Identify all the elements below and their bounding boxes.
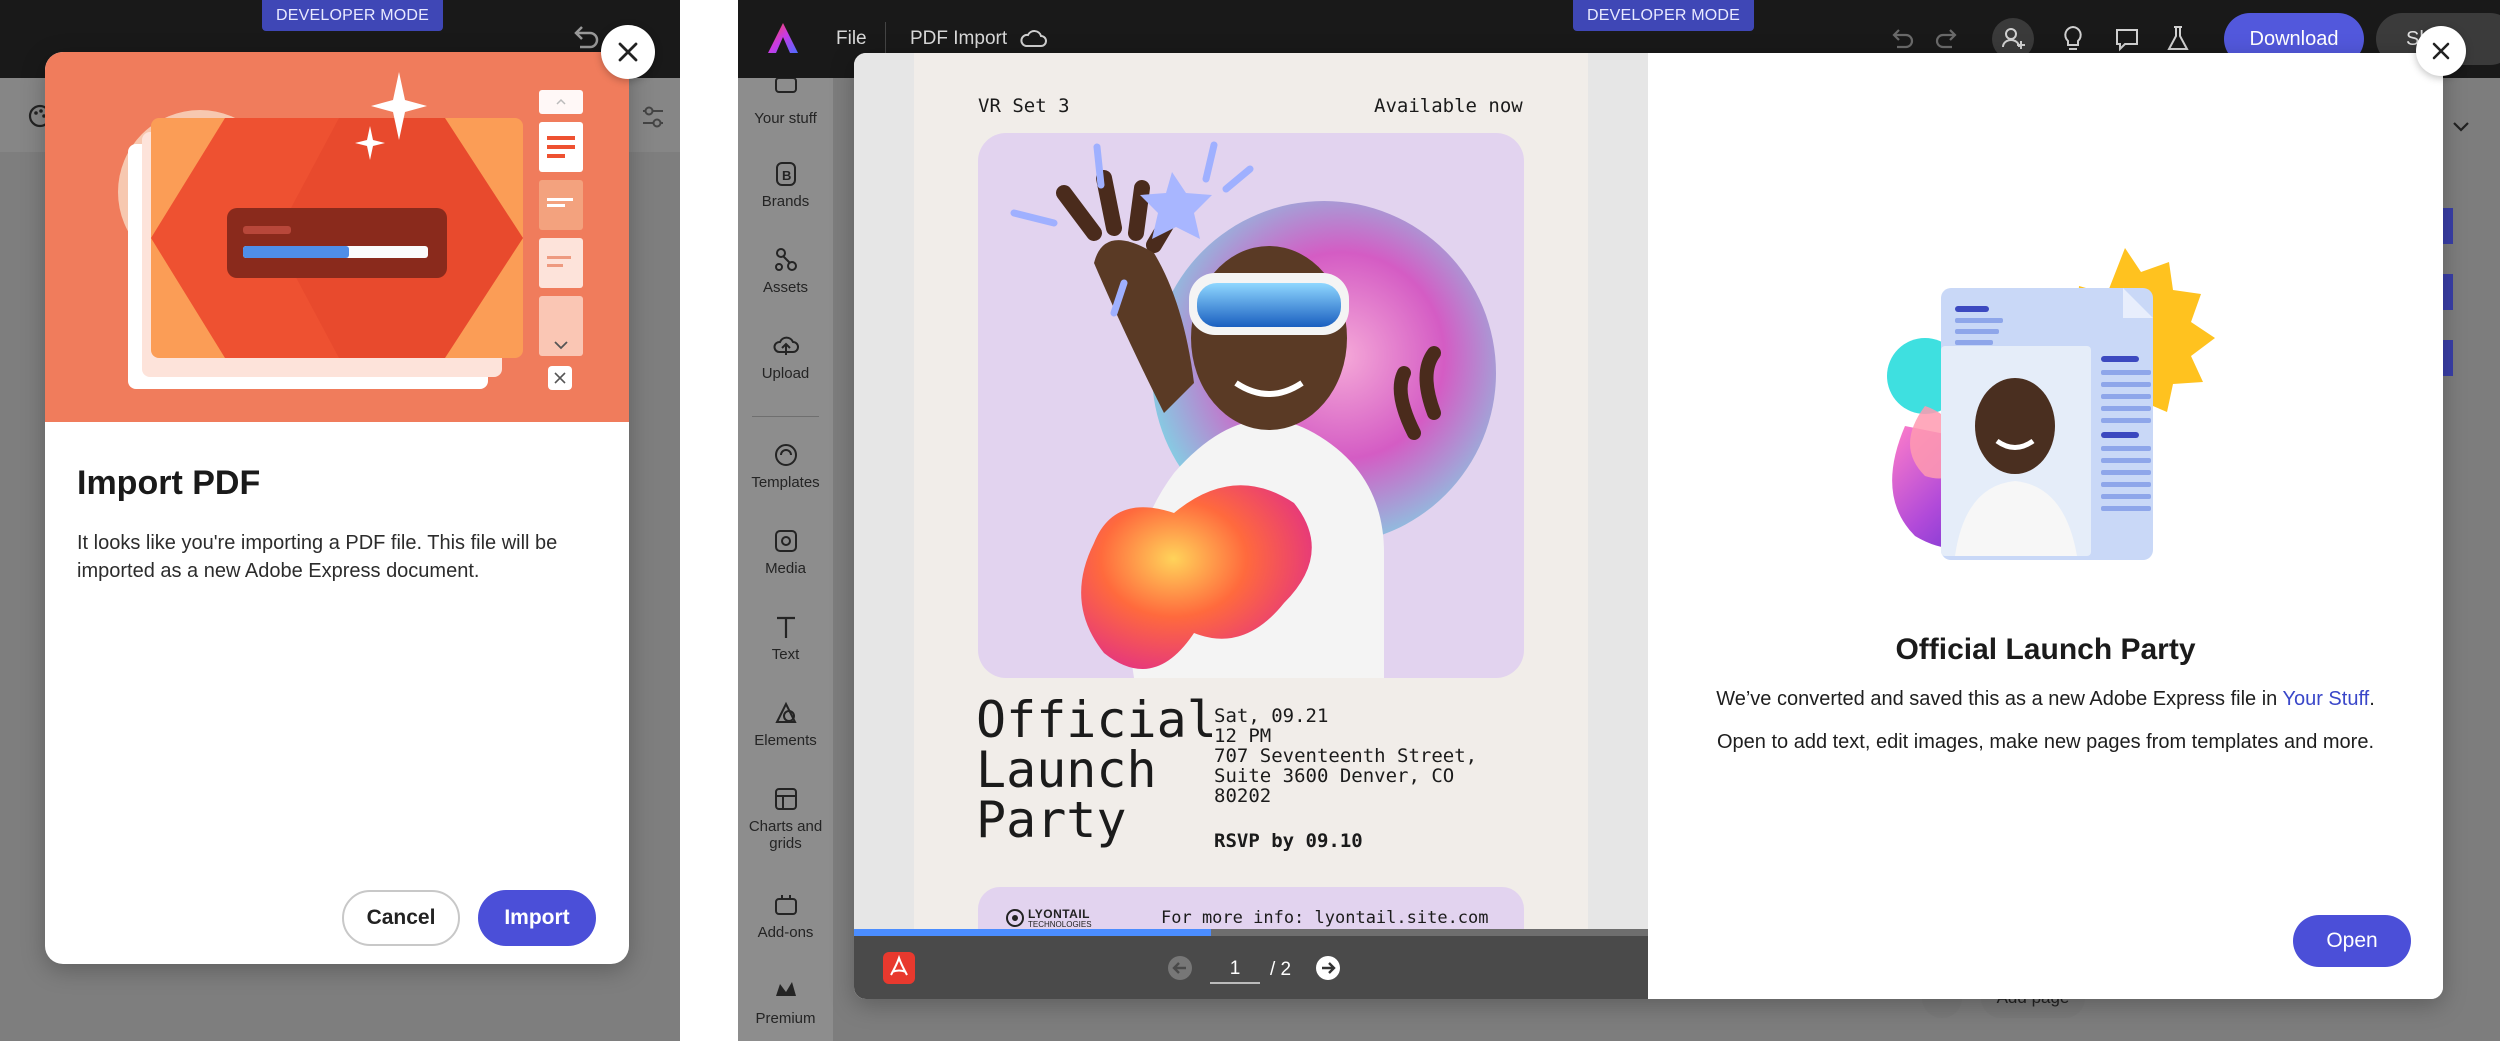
dialog-description: It looks like you're importing a PDF fil… [77,532,558,582]
sidebar-item-text[interactable]: Text [738,614,833,663]
conversion-info: Official Launch Party We’ve converted an… [1648,53,2443,999]
import-pdf-dialog: Import PDF It looks like you're importin… [45,52,629,964]
preview-progress-fill [854,929,1212,936]
left-editor-pane: DEVELOPER MODE Import PDF It looks like … [0,0,680,1041]
preview-more-info: For more info: lyontail.site.com [1161,908,1489,928]
svg-text:B: B [782,168,791,183]
pdf-converted-dialog: VR Set 3 Available now Official Launch P… [854,53,2443,999]
dialog-title: Import PDF [77,464,261,502]
preview-rsvp: RSVP by 09.10 [1214,830,1363,852]
brand-subtitle: TECHNOLOGIES [1028,920,1092,929]
sidebar-divider [752,416,819,417]
developer-mode-badge: DEVELOPER MODE [1573,0,1755,31]
comment-icon[interactable] [2113,25,2141,53]
sidebar-item-brands[interactable]: B Brands [738,161,833,210]
text-icon [776,616,795,638]
import-illustration [45,52,629,422]
page-number-input[interactable]: 1 [1210,954,1260,984]
converted-file-illustration [1887,248,2215,560]
close-dialog-button[interactable] [2416,26,2466,76]
undo-icon[interactable] [570,24,600,50]
open-button[interactable]: Open [2293,915,2411,967]
info-message: We’ve converted and saved this as a new … [1716,688,2375,710]
preview-header-right: Available now [1374,95,1523,117]
pane-divider [680,0,738,1041]
vr-person-image [978,133,1524,678]
redo-icon[interactable] [1933,26,1961,52]
info-hint: Open to add text, edit images, make new … [1716,731,2374,753]
page-total: / 2 [1270,959,1292,980]
chevron-down-icon[interactable] [2451,120,2471,134]
pdf-page-preview: VR Set 3 Available now Official Launch P… [914,53,1588,933]
preview-event-details: Sat, 09.21 12 PM 707 Seventeenth Street,… [1214,705,1478,807]
acrobat-pdf-icon [883,952,915,984]
sidebar-item-upload[interactable]: Upload [738,333,833,382]
preview-headline: Official Launch Party [976,691,1217,849]
sidebar-item-media[interactable]: Media [738,528,833,577]
import-button[interactable]: Import [478,890,596,946]
adobe-express-logo-icon[interactable] [765,20,801,56]
premium-icon [775,982,796,996]
preview-progress-bar [854,929,1648,936]
info-title: Official Launch Party [1895,633,2196,666]
templates-icon [774,444,797,466]
cloud-icon [1020,30,1047,47]
sidebar-item-addons[interactable]: Add-ons [738,892,833,941]
lyontail-logo-icon [1006,909,1024,927]
addons-icon [774,895,797,915]
brand-icon: B [775,162,796,186]
sidebar-item-assets[interactable]: Assets [738,247,833,296]
close-icon [618,42,638,62]
right-editor-pane: File PDF Import DEVELOPER MODE Download … [738,0,2500,1041]
pdf-preview: VR Set 3 Available now Official Launch P… [854,53,1648,999]
previous-page-icon[interactable] [1166,954,1194,982]
cancel-button[interactable]: Cancel [342,890,460,946]
left-sidebar: Your stuff B Brands Assets Upload Templa… [738,78,833,1041]
elements-icon [774,701,797,723]
preview-info-bar: LYONTAIL TECHNOLOGIES For more info: lyo… [978,887,1524,933]
close-dialog-button[interactable] [601,25,655,79]
assets-icon [774,248,797,271]
folder-icon [774,78,797,93]
adjust-icon[interactable] [640,104,666,130]
brand-name: LYONTAIL [1028,907,1091,921]
sidebar-item-elements[interactable]: Elements [738,700,833,749]
close-icon [2432,42,2450,60]
media-icon [774,530,797,552]
sidebar-item-your-stuff[interactable]: Your stuff [738,78,833,127]
your-stuff-link[interactable]: Your Stuff [2282,688,2369,710]
divider [885,22,886,54]
lightbulb-icon[interactable] [2060,24,2086,54]
sidebar-item-templates[interactable]: Templates [738,442,833,491]
flask-icon[interactable] [2166,24,2190,54]
upload-icon [772,336,799,355]
undo-icon[interactable] [1888,26,1916,52]
preview-header-left: VR Set 3 [978,95,1070,117]
file-menu[interactable]: File [836,28,867,50]
next-page-icon[interactable] [1314,954,1342,982]
sidebar-item-premium[interactable]: Premium [738,978,833,1027]
sidebar-item-charts[interactable]: Charts and grids [738,786,833,852]
pdf-navigation-bar: 1 / 2 [854,936,1648,999]
charts-icon [774,788,797,810]
developer-mode-badge: DEVELOPER MODE [262,0,444,31]
document-title[interactable]: PDF Import [910,28,1007,50]
